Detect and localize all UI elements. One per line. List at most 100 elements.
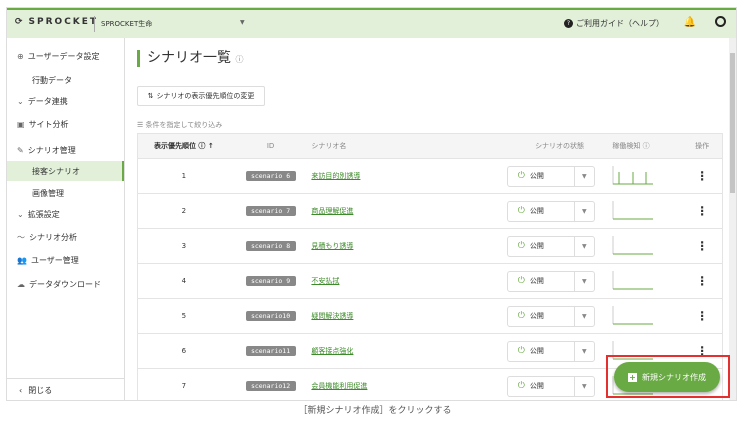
- sidebar-item[interactable]: 〜シナリオ分析: [7, 227, 124, 247]
- status-dropdown[interactable]: ⏻ 公開 ▼: [506, 270, 595, 292]
- status-dropdown[interactable]: ⏻ 公開 ▼: [506, 200, 595, 222]
- sidebar-item-label: 行動データ: [32, 75, 72, 85]
- more-vert-icon[interactable]: ⋮: [682, 204, 722, 218]
- sidebar-item[interactable]: ⌄ データ連携: [7, 91, 124, 111]
- scrollbar[interactable]: [729, 38, 736, 400]
- sidebar-item[interactable]: 行動データ: [7, 70, 124, 90]
- sidebar-item[interactable]: ☁ データダウンロード: [7, 274, 124, 294]
- highlight-box: [606, 355, 730, 398]
- logo[interactable]: ⟳ SPROCKET: [15, 17, 98, 27]
- table-row: 2 scenario 7 商品理解促進 ⏻ 公開 ▼ ⋮: [138, 194, 722, 229]
- status-dropdown[interactable]: ⏻ 公開 ▼: [506, 235, 595, 257]
- scenario-link[interactable]: 来訪目的別誘導: [311, 172, 360, 180]
- filter-icon: ☰: [137, 121, 146, 129]
- sidebar-item-label: 拡張設定: [27, 209, 60, 219]
- help-link[interactable]: ? ご利用ガイド（ヘルプ）: [564, 18, 664, 29]
- sidebar-item[interactable]: 👥 ユーザー管理: [7, 250, 124, 270]
- page-title: シナリオ一覧 ⓘ: [137, 50, 243, 67]
- change-priority-button[interactable]: ⇅ シナリオの表示優先順位の変更: [137, 86, 265, 106]
- scenario-link[interactable]: 会員機能利用促進: [311, 382, 367, 390]
- chevron-down-icon[interactable]: ▼: [573, 306, 594, 326]
- priority: 4: [181, 277, 187, 285]
- id-badge: scenario11: [245, 346, 296, 356]
- close-sidebar-button[interactable]: ‹ 閉じる: [7, 378, 124, 400]
- id-badge: scenario 9: [245, 276, 296, 286]
- col-detection: 稼働検知 ⓘ: [612, 142, 650, 150]
- sidebar-item-label: ユーザーデータ設定: [27, 51, 100, 61]
- scenario-link[interactable]: 顧客接点強化: [311, 347, 353, 355]
- power-icon: ⏻: [517, 311, 525, 321]
- bell-icon[interactable]: 🔔: [684, 17, 696, 28]
- status-dropdown[interactable]: ⏻ 公開 ▼: [506, 375, 595, 397]
- chevron-down-icon[interactable]: ▼: [573, 376, 594, 396]
- power-icon: ⏻: [517, 346, 525, 356]
- status-dropdown[interactable]: ⏻ 公開 ▼: [506, 340, 595, 362]
- power-icon: ⏻: [517, 381, 525, 391]
- detection-sparkline: [612, 166, 654, 185]
- col-actions: 操作: [695, 142, 710, 150]
- sprocket-icon: ⟳: [15, 17, 25, 27]
- id-badge: scenario12: [245, 381, 296, 391]
- filter-toggle[interactable]: ☰ 条件を指定して絞り込み: [137, 120, 222, 130]
- scenario-link[interactable]: 不安払拭: [311, 277, 339, 285]
- col-priority[interactable]: 表示優先順位 ⓘ ↑: [138, 141, 230, 151]
- chevron-down-icon[interactable]: ▼: [573, 341, 594, 361]
- sidebar-item-label: シナリオ管理: [27, 145, 76, 155]
- more-vert-icon[interactable]: ⋮: [682, 274, 722, 288]
- power-icon: ⏻: [517, 171, 525, 181]
- more-vert-icon[interactable]: ⋮: [682, 169, 722, 183]
- sidebar-item[interactable]: ⌄ 拡張設定: [7, 204, 124, 224]
- scenario-link[interactable]: 疑問解決誘導: [311, 312, 353, 320]
- chevron-down-icon[interactable]: ▼: [573, 166, 594, 186]
- top-bar: ⟳ SPROCKET SPROCKET生命 ▼ ? ご利用ガイド（ヘルプ） 🔔: [7, 8, 736, 38]
- chevron-left-icon: ‹: [19, 386, 23, 395]
- company-selector[interactable]: SPROCKET生命: [101, 19, 152, 29]
- scrollbar-thumb[interactable]: [730, 53, 735, 193]
- col-status: シナリオの状態: [535, 142, 585, 150]
- sidebar-item[interactable]: ✎ シナリオ管理: [7, 140, 124, 160]
- account-icon[interactable]: [715, 16, 726, 27]
- priority: 3: [181, 242, 187, 250]
- priority: 1: [181, 172, 187, 180]
- sidebar-item-label: 画像管理: [32, 188, 64, 198]
- chevron-down-icon[interactable]: ▼: [240, 19, 245, 26]
- detection-sparkline: [612, 306, 654, 325]
- status-dropdown[interactable]: ⏻ 公開 ▼: [506, 305, 595, 327]
- caption: ［新規シナリオ作成］をクリックする: [298, 406, 452, 416]
- sidebar-item[interactable]: ▣ サイト分析: [7, 114, 124, 134]
- priority: 7: [181, 382, 187, 390]
- chevron-down-icon[interactable]: ▼: [573, 201, 594, 221]
- scenario-link[interactable]: 見積もり誘導: [311, 242, 353, 250]
- id-badge: scenario10: [245, 311, 296, 321]
- sidebar-item[interactable]: ⊕ ユーザーデータ設定: [7, 46, 124, 66]
- sidebar-item[interactable]: 画像管理: [7, 183, 124, 203]
- sidebar-item-label: シナリオ分析: [29, 232, 77, 242]
- power-icon: ⏻: [517, 241, 525, 251]
- status-dropdown[interactable]: ⏻ 公開 ▼: [506, 165, 595, 187]
- chevron-down-icon[interactable]: ▼: [573, 271, 594, 291]
- col-id: ID: [266, 142, 275, 150]
- info-icon[interactable]: ⓘ: [235, 55, 243, 64]
- more-vert-icon[interactable]: ⋮: [682, 309, 722, 323]
- app-window: ⟳ SPROCKET SPROCKET生命 ▼ ? ご利用ガイド（ヘルプ） 🔔 ⊕ ユ…: [6, 7, 737, 401]
- more-vert-icon[interactable]: ⋮: [682, 239, 722, 253]
- col-name: シナリオ名: [311, 142, 347, 150]
- scenario-link[interactable]: 商品理解促進: [311, 207, 353, 215]
- priority: 5: [181, 312, 187, 320]
- chart-icon: ▣: [17, 119, 25, 129]
- table-row: 5 scenario10 疑問解決誘導 ⏻ 公開 ▼ ⋮: [138, 299, 722, 334]
- sidebar-item-label: 接客シナリオ: [32, 166, 80, 176]
- power-icon: ⏻: [517, 276, 525, 286]
- detection-sparkline: [612, 201, 654, 220]
- detection-sparkline: [612, 271, 654, 290]
- help-icon: ?: [564, 19, 573, 28]
- cloud-icon: ☁: [17, 279, 25, 289]
- table-row: 4 scenario 9 不安払拭 ⏻ 公開 ▼ ⋮: [138, 264, 722, 299]
- priority: 2: [181, 207, 187, 215]
- sidebar-item[interactable]: 接客シナリオ: [7, 161, 124, 181]
- detection-sparkline: [612, 236, 654, 255]
- chevron-down-icon[interactable]: ▼: [573, 236, 594, 256]
- pencil-icon: ✎: [17, 145, 24, 155]
- sidebar-item-label: ユーザー管理: [30, 255, 79, 265]
- sidebar-item-label: サイト分析: [28, 119, 69, 129]
